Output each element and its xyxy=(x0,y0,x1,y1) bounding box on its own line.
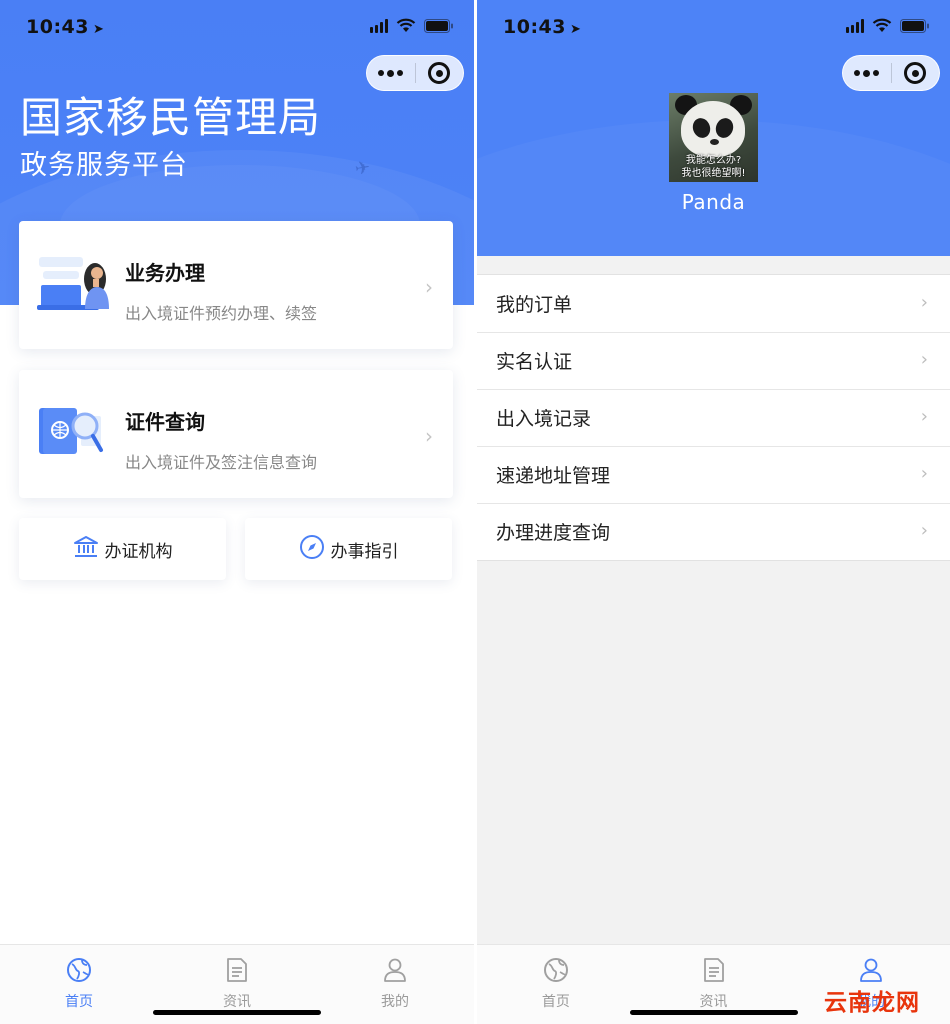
location-arrow-icon: ➤ xyxy=(569,22,582,37)
card-description: 出入境证件及签注信息查询 xyxy=(125,453,318,472)
card-title: 业务办理 xyxy=(125,261,205,285)
avatar-caption-line: 我也很绝望啊! xyxy=(681,168,746,179)
status-time: 10:43 xyxy=(26,16,89,38)
menu-item-border-records[interactable]: 出入境记录 › xyxy=(477,389,950,446)
more-dots-icon xyxy=(854,70,861,76)
menu-item-label: 速递地址管理 xyxy=(496,465,611,487)
status-bar: 10:43 ➤ xyxy=(477,0,950,54)
cellular-signal-icon xyxy=(846,18,864,33)
chevron-right-icon: › xyxy=(425,275,433,299)
tab-label: 资讯 xyxy=(223,994,251,1010)
menu-item-label: 我的订单 xyxy=(496,294,573,316)
document-icon xyxy=(702,957,726,987)
profile-screen: 我能怎么办? 我也很绝望啊! Panda 10:43 ➤ 我的订单 › 实名认证… xyxy=(477,0,950,1024)
chevron-right-icon: › xyxy=(425,424,433,448)
more-menu-button[interactable] xyxy=(367,55,415,91)
menu-item-label: 实名认证 xyxy=(496,351,573,373)
menu-item-realname-auth[interactable]: 实名认证 › xyxy=(477,332,950,389)
avatar-caption-line: 我能怎么办? xyxy=(685,155,742,166)
app-subtitle: 政务服务平台 xyxy=(20,150,188,181)
username: Panda xyxy=(681,190,746,214)
target-close-icon xyxy=(428,62,451,84)
globe-icon xyxy=(543,957,569,987)
menu-item-orders[interactable]: 我的订单 › xyxy=(477,275,950,332)
business-handling-card[interactable]: 业务办理 出入境证件预约办理、续签 › xyxy=(19,221,453,349)
watermark: 云南龙网 xyxy=(824,990,920,1016)
more-dots-icon xyxy=(378,70,385,76)
more-menu-button[interactable] xyxy=(843,55,891,91)
chevron-right-icon: › xyxy=(920,349,928,370)
target-close-icon xyxy=(904,62,927,84)
menu-item-delivery-address[interactable]: 速递地址管理 › xyxy=(477,446,950,503)
status-bar: 10:43 ➤ xyxy=(0,0,474,54)
profile-menu-list: 我的订单 › 实名认证 › 出入境记录 › 速递地址管理 › 办理进度查询 › xyxy=(477,274,950,561)
tab-label: 首页 xyxy=(65,994,93,1010)
battery-icon xyxy=(900,18,930,33)
battery-icon xyxy=(424,18,454,33)
compass-icon xyxy=(299,534,325,565)
tab-mine[interactable]: 我的 xyxy=(316,945,474,1024)
bottom-tab-bar: 首页 资讯 我的 xyxy=(0,944,474,1024)
wifi-icon xyxy=(872,18,892,33)
menu-item-progress-query[interactable]: 办理进度查询 › xyxy=(477,503,950,560)
wifi-icon xyxy=(396,18,416,33)
home-screen: ✈ 国家移民管理局 政务服务平台 10:43 ➤ 业务办理 出入境证件预约办理、… xyxy=(0,0,474,1024)
document-icon xyxy=(225,957,249,987)
menu-item-label: 办理进度查询 xyxy=(496,522,611,544)
chevron-right-icon: › xyxy=(920,463,928,484)
agency-button[interactable]: 办证机构 xyxy=(19,518,226,580)
tab-label: 我的 xyxy=(381,994,409,1010)
card-description: 出入境证件预约办理、续签 xyxy=(125,304,318,323)
globe-icon xyxy=(66,957,92,987)
miniprogram-capsule xyxy=(366,55,464,91)
certificate-query-card[interactable]: 证件查询 出入境证件及签注信息查询 › xyxy=(19,370,453,498)
agency-label: 办证机构 xyxy=(104,541,173,562)
chevron-right-icon: › xyxy=(920,520,928,541)
bank-building-icon xyxy=(73,535,99,564)
status-time: 10:43 xyxy=(503,16,566,38)
laptop-woman-illustration xyxy=(37,249,123,321)
airplane-icon: ✈ xyxy=(353,156,372,181)
miniprogram-capsule xyxy=(842,55,940,91)
avatar[interactable]: 我能怎么办? 我也很绝望啊! xyxy=(669,93,758,182)
guide-label: 办事指引 xyxy=(330,541,399,562)
location-arrow-icon: ➤ xyxy=(92,22,105,37)
person-icon xyxy=(383,957,407,987)
tab-label: 资讯 xyxy=(699,994,728,1010)
tab-home[interactable]: 首页 xyxy=(0,945,158,1024)
chevron-right-icon: › xyxy=(920,406,928,427)
close-miniprogram-button[interactable] xyxy=(415,55,463,91)
home-indicator xyxy=(153,1010,321,1015)
passport-search-illustration xyxy=(37,398,123,470)
menu-item-label: 出入境记录 xyxy=(496,408,592,430)
guide-button[interactable]: 办事指引 xyxy=(245,518,452,580)
app-title: 国家移民管理局 xyxy=(20,93,322,142)
tab-home[interactable]: 首页 xyxy=(477,945,635,1024)
card-title: 证件查询 xyxy=(125,410,205,434)
cellular-signal-icon xyxy=(370,18,388,33)
tab-label: 首页 xyxy=(541,994,570,1010)
close-miniprogram-button[interactable] xyxy=(891,55,939,91)
chevron-right-icon: › xyxy=(920,292,928,313)
home-indicator xyxy=(629,1010,798,1015)
